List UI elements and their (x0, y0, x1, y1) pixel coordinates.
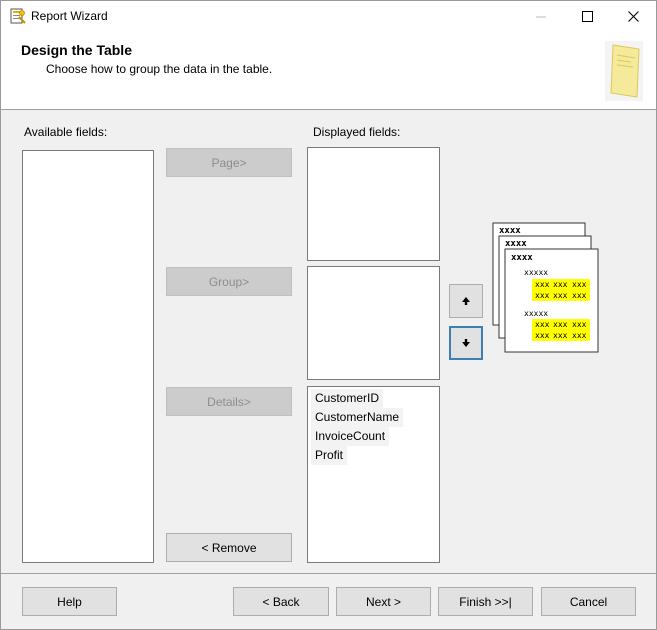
move-down-button[interactable] (449, 326, 483, 360)
maximize-icon (581, 11, 593, 22)
preview-group-1: xxxxx (524, 268, 548, 277)
next-button[interactable]: Next > (336, 587, 431, 616)
list-item[interactable]: Profit (308, 446, 439, 465)
preview-header-2: xxxx (505, 239, 527, 249)
field-customername: CustomerName (311, 408, 404, 427)
details-fields-list[interactable]: CustomerID CustomerName InvoiceCount Pro… (307, 386, 440, 563)
close-button[interactable] (610, 1, 656, 32)
cancel-button[interactable]: Cancel (541, 587, 636, 616)
list-item[interactable]: CustomerName (308, 408, 439, 427)
preview-cell: xxx (535, 291, 550, 300)
minimize-button[interactable] (518, 1, 564, 32)
preview-header-1: xxxx (499, 226, 521, 236)
group-fields-list[interactable] (307, 266, 440, 380)
preview-cell: xxx (553, 320, 568, 329)
preview-cell: xxx (535, 331, 550, 340)
help-button[interactable]: Help (22, 587, 117, 616)
wizard-footer: Help < Back Next > Finish >>| Cancel (1, 573, 656, 629)
preview-cell: xxx (553, 331, 568, 340)
preview-cell: xxx (553, 291, 568, 300)
move-up-button[interactable] (449, 284, 483, 318)
table-layout-preview: xxxx xxxx xxxx xxxxx xxx xxx xxx xxx xxx… (492, 222, 599, 353)
remove-button[interactable]: < Remove (166, 533, 292, 562)
available-fields-list[interactable] (22, 150, 154, 563)
preview-group-2: xxxxx (524, 309, 548, 318)
field-profit: Profit (311, 446, 348, 465)
preview-cell: xxx (572, 320, 587, 329)
page-title: Design the Table (21, 42, 132, 58)
page-subtitle: Choose how to group the data in the tabl… (46, 62, 273, 76)
preview-cell: xxx (572, 331, 587, 340)
list-item[interactable]: CustomerID (308, 389, 439, 408)
details-button[interactable]: Details> (166, 387, 292, 416)
back-button[interactable]: < Back (233, 587, 329, 616)
field-invoicecount: InvoiceCount (311, 427, 390, 446)
page-button[interactable]: Page> (166, 148, 292, 177)
minimize-icon (536, 16, 546, 17)
report-wizard-window: Report Wizard Design the Table Choose ho… (0, 0, 657, 630)
window-title: Report Wizard (31, 9, 108, 23)
preview-cell: xxx (553, 280, 568, 289)
title-bar: Report Wizard (1, 1, 656, 32)
wizard-banner-icon (605, 41, 643, 101)
close-icon (627, 11, 639, 22)
field-customerid: CustomerID (311, 389, 384, 408)
available-fields-label: Available fields: (24, 125, 108, 139)
group-button[interactable]: Group> (166, 267, 292, 296)
preview-cell: xxx (535, 280, 550, 289)
page-fields-list[interactable] (307, 147, 440, 261)
arrow-up-icon (462, 297, 470, 305)
list-item[interactable]: InvoiceCount (308, 427, 439, 446)
preview-cell: xxx (535, 320, 550, 329)
wizard-header: Design the Table Choose how to group the… (1, 32, 656, 110)
preview-cell: xxx (572, 291, 587, 300)
preview-cell: xxx (572, 280, 587, 289)
displayed-fields-label: Displayed fields: (313, 125, 401, 139)
report-wizard-icon (10, 8, 26, 24)
finish-button[interactable]: Finish >>| (438, 587, 533, 616)
arrow-down-icon (462, 339, 470, 347)
maximize-button[interactable] (564, 1, 610, 32)
preview-header-3: xxxx (511, 253, 533, 263)
